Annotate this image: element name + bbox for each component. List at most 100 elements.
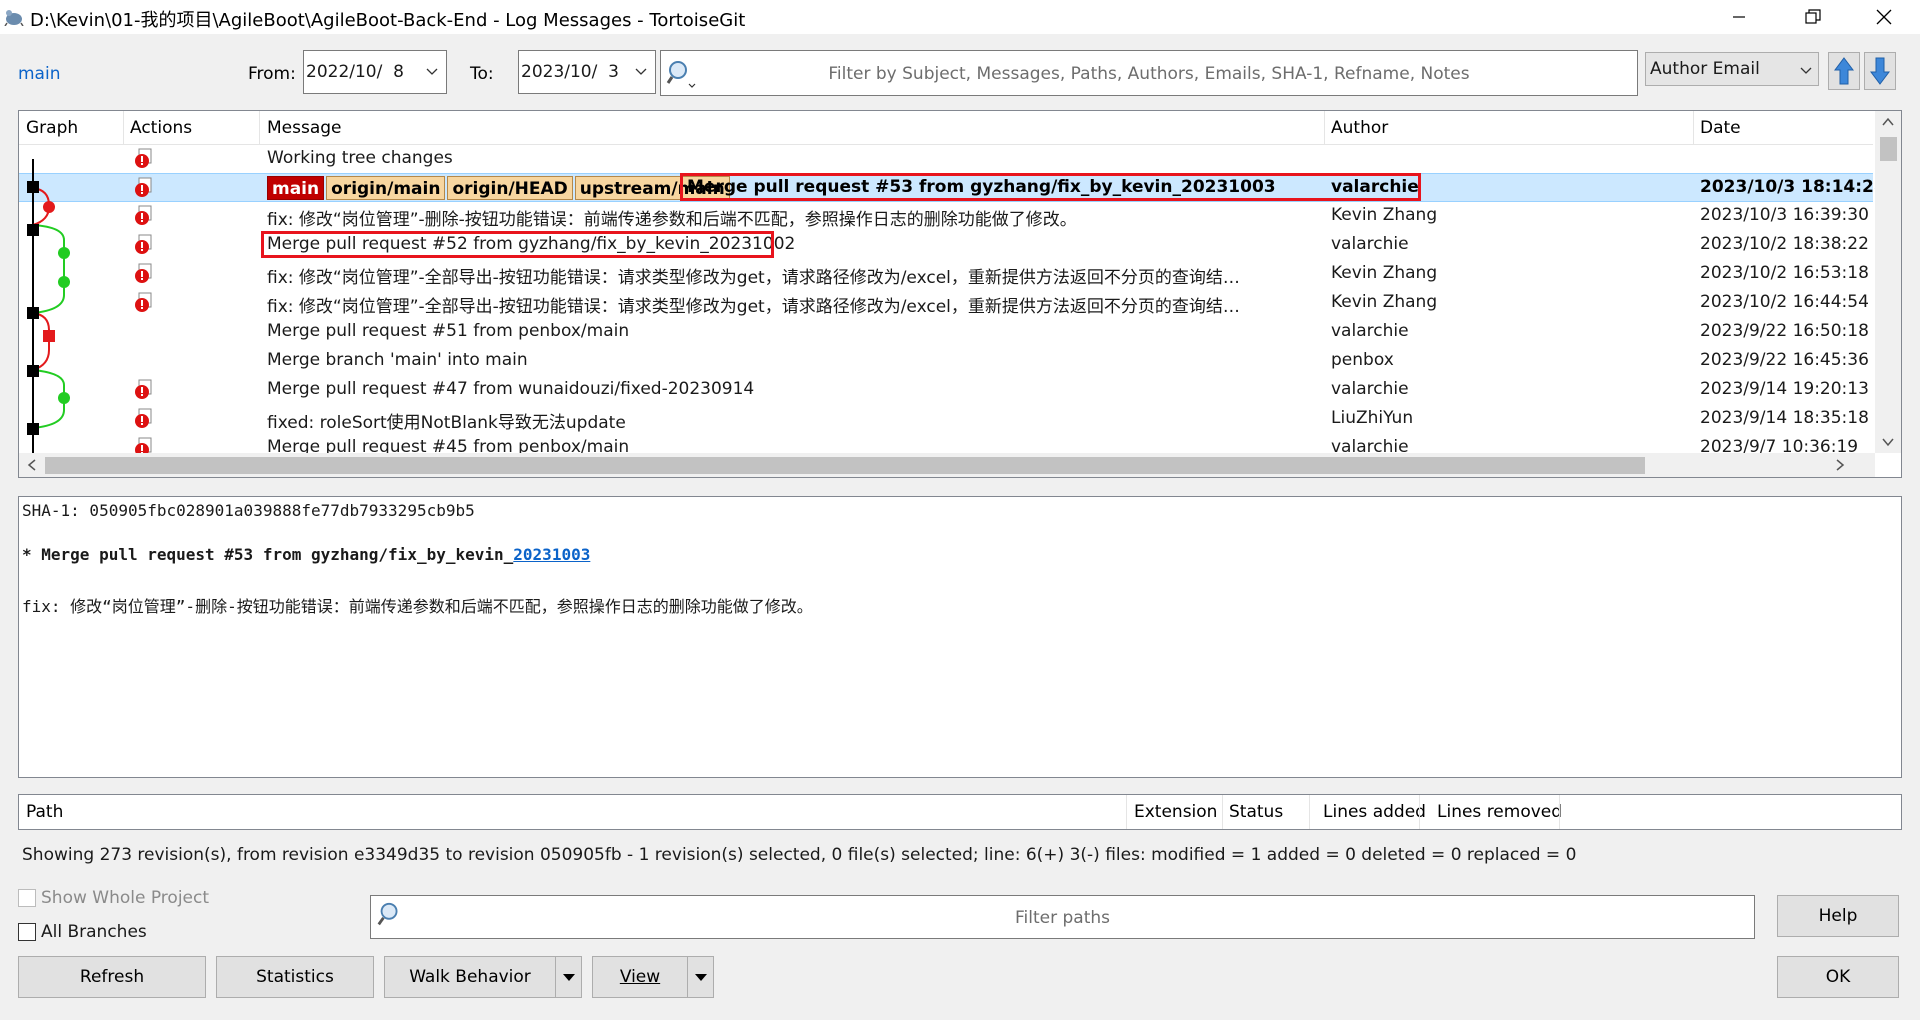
log-horizontal-scroll-thumb[interactable] — [45, 457, 1645, 474]
view-label: View — [619, 967, 661, 987]
log-horizontal-scrollbar[interactable] — [19, 453, 1875, 477]
log-row[interactable]: fix: 修改“岗位管理”-删除-按钮功能错误：前端传递参数和后端不匹配，参照操… — [19, 202, 1873, 231]
statistics-button[interactable]: Statistics — [216, 956, 374, 998]
scroll-down-icon[interactable] — [1882, 437, 1894, 447]
column-header-graph[interactable]: Graph — [26, 118, 78, 138]
commit-graph[interactable] — [19, 145, 119, 455]
column-header-extension[interactable]: Extension — [1134, 802, 1217, 822]
column-header-path[interactable]: Path — [26, 802, 63, 822]
log-row-working-tree[interactable]: Working tree changes — [19, 145, 1873, 174]
commit-node — [27, 423, 39, 435]
row-author: Kevin Zhang — [1331, 205, 1438, 225]
status-summary: Showing 273 revision(s), from revision e… — [22, 845, 1577, 865]
log-vertical-scrollbar[interactable] — [1875, 111, 1901, 453]
modified-action-icon — [135, 234, 152, 254]
filter-field-select[interactable]: Author Email — [1645, 52, 1819, 86]
to-date-value: 2023/10/ 3 — [521, 62, 619, 82]
modified-action-icon — [135, 205, 152, 225]
help-button[interactable]: Help — [1777, 895, 1899, 937]
chevron-down-icon — [635, 68, 647, 75]
restore-button[interactable] — [1784, 0, 1842, 34]
row-author: penbox — [1331, 350, 1394, 370]
row-date: 2023/10/3 16:39:30 — [1700, 205, 1869, 225]
column-header-lines-added[interactable]: Lines added — [1323, 802, 1426, 822]
commit-message-pane[interactable]: SHA-1: 050905fbc028901a039888fe77db79332… — [18, 496, 1902, 778]
commit-subject-text: * Merge pull request #53 from gyzhang/fi… — [22, 545, 514, 564]
previous-result-button[interactable] — [1828, 52, 1860, 90]
log-row[interactable]: Merge branch 'main' into main penbox 202… — [19, 347, 1873, 376]
to-date-picker[interactable]: 2023/10/ 3 — [518, 50, 656, 94]
changed-files-list[interactable]: Path Extension Status Lines added Lines … — [18, 794, 1902, 830]
ok-button[interactable]: OK — [1777, 956, 1899, 998]
view-button[interactable]: View — [592, 956, 714, 998]
revision-log-list[interactable]: Graph Actions Message Author Date Workin… — [18, 110, 1902, 478]
filter-paths-input[interactable]: Filter paths — [370, 895, 1755, 939]
filter-paths-placeholder: Filter paths — [1014, 908, 1110, 928]
log-row[interactable]: fix: 修改“岗位管理”-全部导出-按钮功能错误：请求类型修改为get，请求路… — [19, 289, 1873, 318]
row-date: 2023/10/3 18:14:28 — [1700, 177, 1886, 197]
next-result-button[interactable] — [1864, 52, 1896, 90]
commit-subject: * Merge pull request #53 from gyzhang/fi… — [22, 545, 590, 564]
arrow-up-icon — [1834, 57, 1854, 85]
row-date: 2023/10/2 16:44:54 — [1700, 292, 1869, 312]
row-message: Merge pull request #51 from penbox/main — [267, 321, 630, 341]
row-date: 2023/9/22 16:50:18 — [1700, 321, 1869, 341]
row-message: Working tree changes — [267, 148, 453, 168]
row-refs: main origin/main origin/HEAD upstream/main — [267, 176, 732, 200]
log-row[interactable]: fixed: roleSort使用NotBlank导致无法update LiuZ… — [19, 405, 1873, 434]
commit-subject-link[interactable]: 20231003 — [513, 545, 590, 564]
column-header-author[interactable]: Author — [1331, 118, 1388, 138]
all-branches-option[interactable]: All Branches — [18, 922, 147, 942]
modified-action-icon — [135, 292, 152, 312]
modified-action-icon — [135, 263, 152, 283]
close-icon — [1876, 9, 1892, 25]
ref-tag-remote[interactable]: origin/main — [326, 176, 446, 200]
from-label: From: — [248, 64, 296, 84]
walk-behavior-dropdown[interactable] — [555, 957, 581, 997]
column-header-date[interactable]: Date — [1700, 118, 1741, 138]
show-whole-project-option[interactable]: Show Whole Project — [18, 888, 209, 908]
column-header-lines-removed[interactable]: Lines removed — [1437, 802, 1562, 822]
close-button[interactable] — [1855, 0, 1913, 34]
minimize-button[interactable] — [1710, 0, 1768, 34]
ref-tag-local[interactable]: main — [267, 176, 325, 200]
arrow-down-icon — [1870, 57, 1890, 85]
log-row[interactable]: fix: 修改“岗位管理”-全部导出-按钮功能错误：请求类型修改为get，请求路… — [19, 260, 1873, 289]
row-message: Merge branch 'main' into main — [267, 350, 528, 370]
log-filter-input[interactable]: Filter by Subject, Messages, Paths, Auth… — [660, 50, 1638, 96]
ref-tag-remote[interactable]: origin/HEAD — [447, 176, 573, 200]
column-header-status[interactable]: Status — [1229, 802, 1283, 822]
caret-down-icon — [694, 974, 707, 981]
log-row[interactable]: Merge pull request #47 from wunaidouzi/f… — [19, 376, 1873, 405]
column-header-actions[interactable]: Actions — [130, 118, 192, 138]
tortoisegit-app-icon[interactable] — [4, 8, 24, 26]
commit-node — [27, 365, 39, 377]
caret-down-icon — [562, 974, 575, 981]
chevron-down-icon — [1800, 67, 1812, 74]
commit-node — [27, 181, 39, 193]
column-header-message[interactable]: Message — [267, 118, 342, 138]
window-title: D:\Kevin\01-我的项目\AgileBoot\AgileBoot-Bac… — [30, 10, 746, 31]
row-message: Merge pull request #47 from wunaidouzi/f… — [267, 379, 755, 399]
scroll-up-icon[interactable] — [1882, 117, 1894, 127]
commit-node — [27, 224, 39, 236]
view-dropdown[interactable] — [687, 957, 713, 997]
log-row[interactable]: Merge pull request #51 from penbox/main … — [19, 318, 1873, 347]
row-message: fix: 修改“岗位管理”-删除-按钮功能错误：前端传递参数和后端不匹配，参照操… — [267, 210, 1077, 230]
log-list-header: Graph Actions Message Author Date — [19, 111, 1873, 145]
row-date: 2023/10/2 18:38:22 — [1700, 234, 1869, 254]
all-branches-checkbox[interactable] — [18, 923, 36, 941]
highlight-box-pr52 — [261, 231, 774, 258]
commit-node — [43, 201, 55, 213]
row-author: valarchie — [1331, 379, 1409, 399]
walk-behavior-button[interactable]: Walk Behavior — [384, 956, 582, 998]
scroll-left-icon[interactable] — [27, 459, 37, 471]
scroll-right-icon[interactable] — [1835, 459, 1845, 471]
branch-link[interactable]: main — [18, 64, 60, 84]
show-whole-project-checkbox[interactable] — [18, 889, 36, 907]
refresh-button[interactable]: Refresh — [18, 956, 206, 998]
from-date-picker[interactable]: 2022/10/ 8 — [303, 50, 447, 94]
to-label: To: — [470, 64, 494, 84]
log-vertical-scroll-thumb[interactable] — [1880, 137, 1897, 161]
row-message: fixed: roleSort使用NotBlank导致无法update — [267, 413, 626, 433]
